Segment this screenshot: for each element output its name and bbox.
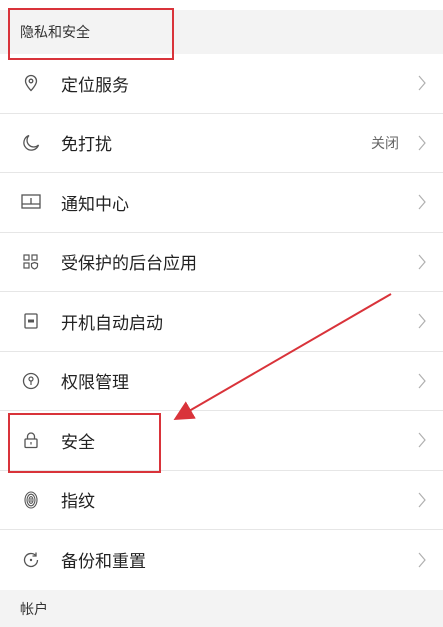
app-grid-shield-icon [20,251,42,273]
location-pin-icon [20,72,42,94]
key-lock-icon [20,370,42,392]
setting-value: 关闭 [371,135,399,152]
setting-label: 开机自动启动 [61,313,163,334]
chevron-right-icon [417,373,427,389]
setting-row-fingerprint[interactable]: 指纹 [0,471,443,530]
setting-row-security[interactable]: 安全 [0,411,443,471]
setting-label: 通知中心 [61,194,129,215]
setting-row-permission-management[interactable]: 权限管理 [0,352,443,411]
setting-label: 受保护的后台应用 [61,254,197,275]
chevron-right-icon [417,75,427,91]
setting-row-auto-start[interactable]: 开机自动启动 [0,292,443,352]
fingerprint-icon [20,489,42,511]
chevron-right-icon [417,313,427,329]
backup-restore-icon [20,549,42,571]
setting-row-do-not-disturb[interactable]: 免打扰 关闭 [0,114,443,173]
setting-row-location[interactable]: 定位服务 [0,54,443,114]
chevron-right-icon [417,254,427,270]
power-on-toggle-icon [20,310,42,332]
setting-label: 指纹 [61,492,95,513]
section-title: 帐户 [20,601,48,618]
account-section-header: 帐户 [0,590,443,627]
chevron-right-icon [417,135,427,151]
padlock-icon [20,429,42,451]
privacy-security-header: 隐私和安全 [0,10,443,54]
notification-panel-icon [20,191,42,213]
setting-label: 安全 [61,432,95,453]
setting-row-notification-center[interactable]: 通知中心 [0,173,443,233]
setting-label: 备份和重置 [61,552,146,573]
setting-label: 定位服务 [61,75,129,96]
moon-icon [20,132,42,154]
top-strip [0,0,443,10]
section-title: 隐私和安全 [20,25,90,41]
setting-label: 权限管理 [61,373,129,394]
setting-label: 免打扰 [61,135,112,156]
setting-row-backup-reset[interactable]: 备份和重置 [0,530,443,590]
chevron-right-icon [417,492,427,508]
settings-list: 定位服务 免打扰 关闭 通知中心 受保护的后台应用 开机自动启动 权限管理 安全… [0,54,443,590]
setting-row-protected-apps[interactable]: 受保护的后台应用 [0,233,443,292]
chevron-right-icon [417,432,427,448]
chevron-right-icon [417,552,427,568]
chevron-right-icon [417,194,427,210]
